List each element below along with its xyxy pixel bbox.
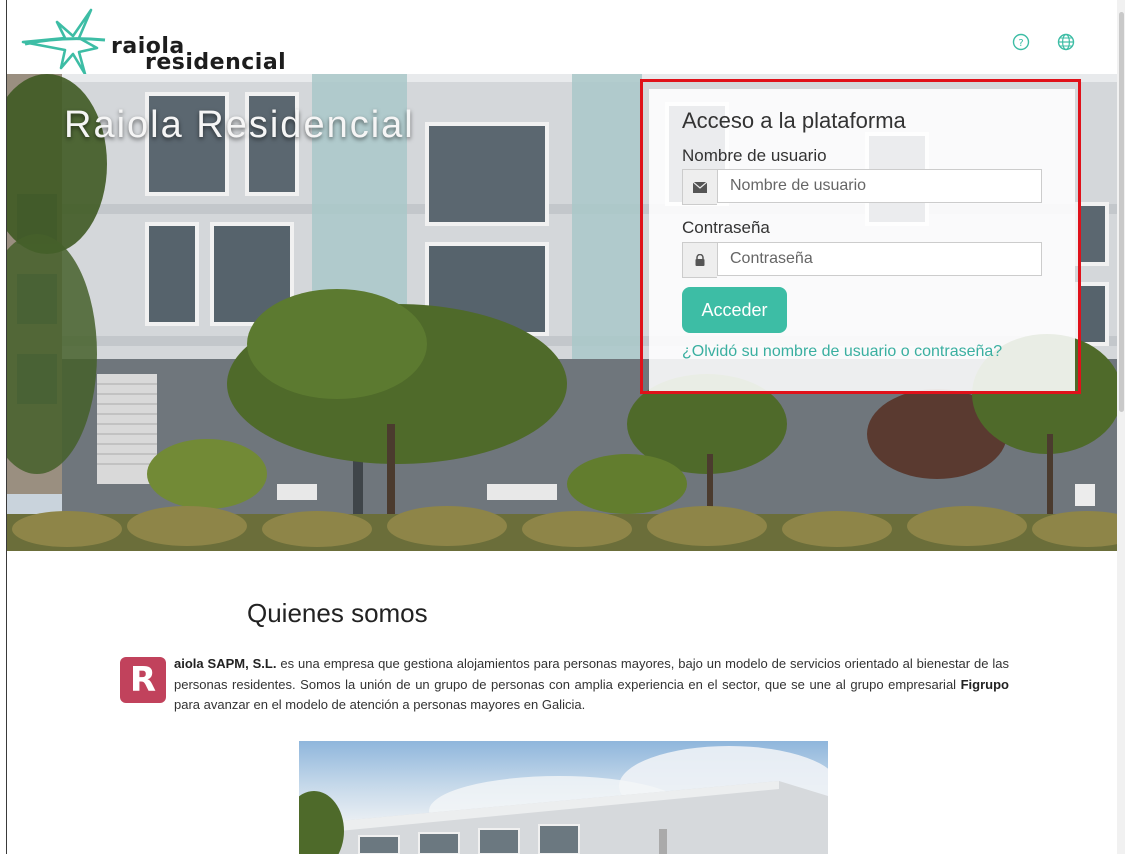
company-name: aiola SAPM, S.L.	[174, 656, 277, 671]
hero-title: Raiola Residencial	[64, 104, 415, 146]
page-scrollbar[interactable]	[1117, 0, 1125, 854]
company-initial-badge: R	[120, 657, 166, 703]
group-name: Figrupo	[960, 676, 1009, 692]
site-header: raiola residencial ?	[7, 0, 1117, 75]
about-text-part2: para avanzar en el modelo de atención a …	[174, 697, 586, 712]
about-paragraph: aiola SAPM, S.L. es una empresa que gest…	[174, 654, 1009, 716]
svg-text:?: ?	[1018, 38, 1023, 49]
site-logo[interactable]: raiola residencial	[21, 8, 291, 78]
scrollbar-thumb[interactable]	[1119, 12, 1124, 412]
about-text-part1: es una empresa que gestiona alojamientos…	[174, 656, 1009, 692]
about-title: Quienes somos	[247, 598, 428, 628]
globe-icon[interactable]	[1056, 32, 1076, 52]
logo-text-residencial: residencial	[145, 50, 287, 75]
residence-photo	[299, 741, 828, 854]
help-icon[interactable]: ?	[1011, 32, 1031, 52]
highlight-outline	[640, 79, 1081, 394]
